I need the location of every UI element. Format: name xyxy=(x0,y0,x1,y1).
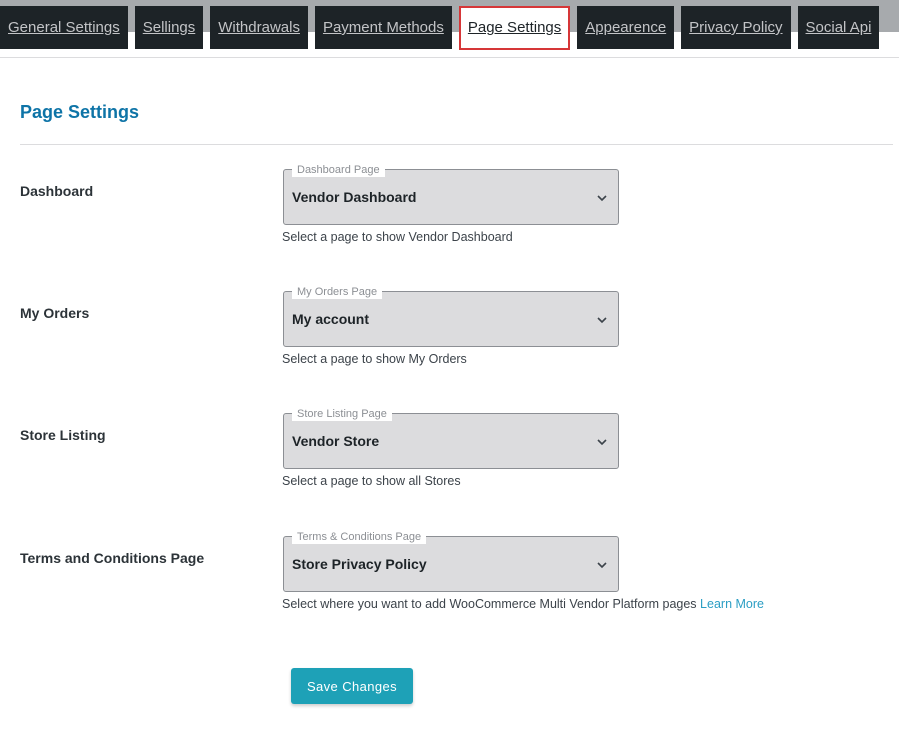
tab-page-settings[interactable]: Page Settings xyxy=(458,6,571,50)
store-help-text: Select a page to show all Stores xyxy=(282,474,461,488)
store-listing-page-select[interactable]: Store Listing Page Vendor Store xyxy=(283,407,619,469)
tab-payment-methods[interactable]: Payment Methods xyxy=(314,6,452,49)
terms-select-value: Store Privacy Policy xyxy=(292,556,427,572)
store-select-legend: Store Listing Page xyxy=(292,407,392,421)
section-divider xyxy=(20,144,893,145)
tab-sellings[interactable]: Sellings xyxy=(134,6,204,49)
top-tab-bar: General Settings Sellings Withdrawals Pa… xyxy=(0,0,899,58)
chevron-down-icon xyxy=(597,195,607,202)
page-title: Page Settings xyxy=(20,102,140,122)
dashboard-help-text: Select a page to show Vendor Dashboard xyxy=(282,230,513,244)
dashboard-select-legend: Dashboard Page xyxy=(292,163,385,177)
tab-general-settings[interactable]: General Settings xyxy=(0,6,128,49)
terms-help-message: Select where you want to add WooCommerce… xyxy=(282,597,697,611)
tab-list: General Settings Sellings Withdrawals Pa… xyxy=(0,6,886,50)
terms-page-select[interactable]: Terms & Conditions Page Store Privacy Po… xyxy=(283,530,619,592)
chevron-down-icon xyxy=(597,439,607,446)
save-changes-button[interactable]: Save Changes xyxy=(291,668,413,704)
tab-appearence[interactable]: Appearence xyxy=(577,6,675,49)
dashboard-label: Dashboard xyxy=(20,183,94,199)
orders-select-value: My account xyxy=(292,311,370,327)
dashboard-page-select[interactable]: Dashboard Page Vendor Dashboard xyxy=(283,163,619,225)
learn-more-link[interactable]: Learn More xyxy=(700,597,764,611)
orders-select-legend: My Orders Page xyxy=(292,285,383,299)
tab-social-api[interactable]: Social Api xyxy=(797,6,880,49)
store-select-value: Vendor Store xyxy=(292,433,380,449)
orders-help-text: Select a page to show My Orders xyxy=(282,352,467,366)
tab-privacy-policy[interactable]: Privacy Policy xyxy=(681,6,791,49)
chevron-down-icon xyxy=(597,317,607,324)
orders-label: My Orders xyxy=(20,305,90,321)
tab-bar-divider xyxy=(0,57,899,58)
store-listing-label: Store Listing xyxy=(20,427,106,443)
dashboard-select-value: Vendor Dashboard xyxy=(292,189,417,205)
terms-label: Terms and Conditions Page xyxy=(20,550,205,566)
orders-page-select[interactable]: My Orders Page My account xyxy=(283,285,619,347)
chevron-down-icon xyxy=(597,562,607,569)
terms-select-legend: Terms & Conditions Page xyxy=(292,530,427,544)
tab-withdrawals[interactable]: Withdrawals xyxy=(210,6,308,49)
terms-help-text: Select where you want to add WooCommerce… xyxy=(282,597,764,611)
